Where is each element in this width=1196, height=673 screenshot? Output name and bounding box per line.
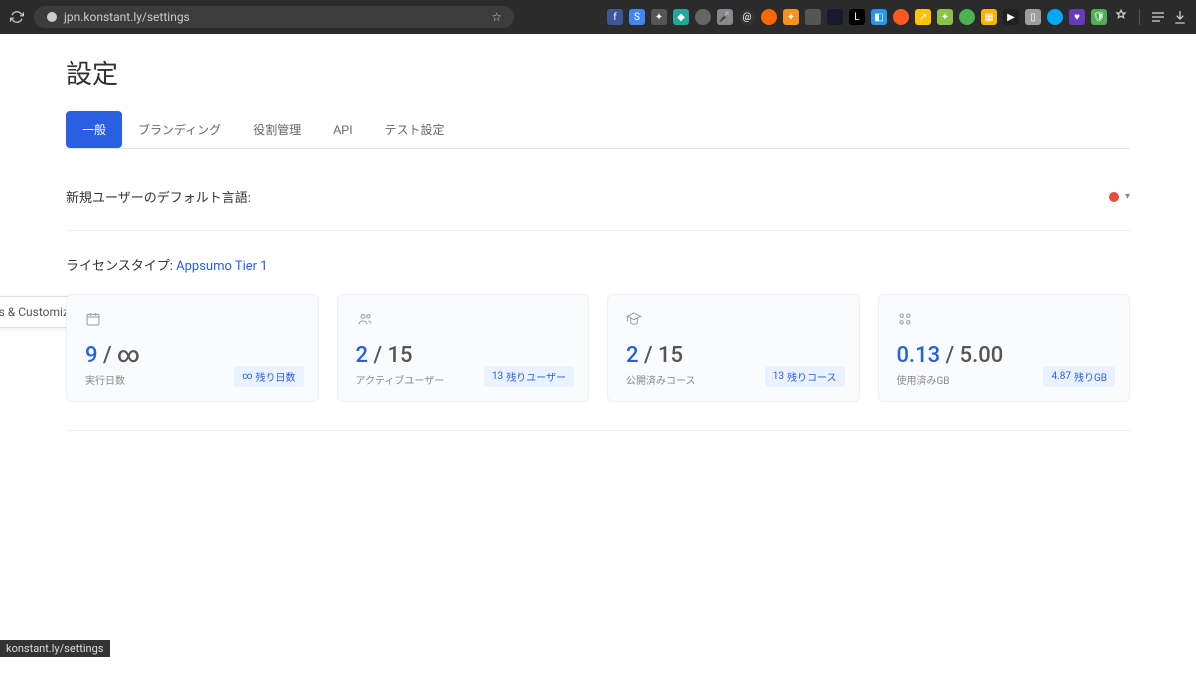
extension-icons: f S ✦ ◆ 🎤 @ ✦ L ◧ ↗ ✦ ▦ ▶ ▯ ♥ 🛡 <box>607 9 1188 25</box>
card-courses-badge: 13 残りコース <box>765 366 845 387</box>
language-flag-icon <box>1109 192 1119 202</box>
status-bar: konstant.ly/settings <box>0 640 110 657</box>
calendar-icon <box>85 311 300 329</box>
page-title: 設定 <box>66 54 1130 91</box>
card-storage-badge: 4.87 残りGB <box>1043 366 1115 387</box>
ext-icon-22[interactable]: ♥ <box>1069 9 1085 25</box>
url-text: jpn.konstant.ly/settings <box>64 10 485 24</box>
license-label: ライセンスタイプ: <box>66 259 176 274</box>
card-users-badge: 13 残りユーザー <box>484 366 574 387</box>
card-days-value: 9 / ∞ <box>85 343 300 368</box>
ext-icon-7[interactable]: @ <box>739 9 755 25</box>
reading-list-icon[interactable] <box>1150 9 1166 25</box>
url-bar[interactable]: jpn.konstant.ly/settings ☆ <box>34 6 514 28</box>
card-storage: 0.13 / 5.00 使用済みGB 4.87 残りGB <box>878 294 1131 402</box>
extensions-menu-icon[interactable] <box>1113 9 1129 25</box>
course-icon <box>626 311 841 329</box>
ext-icon-5[interactable] <box>695 9 711 25</box>
tab-general[interactable]: 一般 <box>66 111 122 148</box>
tab-api[interactable]: API <box>317 111 368 148</box>
tab-test[interactable]: テスト設定 <box>369 111 461 148</box>
default-language-label: 新規ユーザーのデフォルト言語: <box>66 187 251 206</box>
stats-cards: 9 / ∞ 実行日数 ∞ 残り日数 2 / 15 アクティブユーザー 13 残り… <box>66 294 1130 402</box>
ext-icon-3[interactable]: ✦ <box>651 9 667 25</box>
card-courses: 2 / 15 公開済みコース 13 残りコース <box>607 294 860 402</box>
default-language-row: 新規ユーザーのデフォルト言語: ▾ <box>66 179 1130 231</box>
card-storage-value: 0.13 / 5.00 <box>897 343 1112 368</box>
separator <box>1139 9 1140 25</box>
card-users: 2 / 15 アクティブユーザー 13 残りユーザー <box>337 294 590 402</box>
tab-roles[interactable]: 役割管理 <box>237 111 317 148</box>
ext-icon-4[interactable]: ◆ <box>673 9 689 25</box>
card-users-value: 2 / 15 <box>356 343 571 368</box>
license-link[interactable]: Appsumo Tier 1 <box>176 259 268 274</box>
ext-icon-11[interactable] <box>827 9 843 25</box>
ext-icon-8[interactable] <box>761 9 777 25</box>
ext-icon-16[interactable]: ✦ <box>937 9 953 25</box>
card-days-badge: ∞ 残り日数 <box>234 366 303 387</box>
ext-icon-15[interactable]: ↗ <box>915 9 931 25</box>
divider <box>66 430 1130 431</box>
ext-icon-9[interactable]: ✦ <box>783 9 799 25</box>
ext-icon-23[interactable]: 🛡 <box>1091 9 1107 25</box>
ext-icon-14[interactable] <box>893 9 909 25</box>
settings-tabs: 一般 ブランディング 役割管理 API テスト設定 <box>66 111 1130 149</box>
ext-icon-19[interactable]: ▶ <box>1003 9 1019 25</box>
ext-icon-13[interactable]: ◧ <box>871 9 887 25</box>
browser-toolbar: jpn.konstant.ly/settings ☆ f S ✦ ◆ 🎤 @ ✦… <box>0 0 1196 34</box>
page-content: 設定 一般 ブランディング 役割管理 API テスト設定 新規ユーザーのデフォル… <box>0 34 1196 451</box>
bookmark-star-icon[interactable]: ☆ <box>491 10 502 24</box>
users-icon <box>356 311 571 329</box>
reload-button[interactable] <box>8 8 26 26</box>
chevron-down-icon: ▾ <box>1125 191 1130 202</box>
ext-icon-18[interactable]: ▦ <box>981 9 997 25</box>
ext-icon-2[interactable]: S <box>629 9 645 25</box>
language-selector[interactable]: ▾ <box>1109 191 1130 202</box>
card-courses-value: 2 / 15 <box>626 343 841 368</box>
ext-icon-1[interactable]: f <box>607 9 623 25</box>
storage-icon <box>897 311 1112 329</box>
card-days: 9 / ∞ 実行日数 ∞ 残り日数 <box>66 294 319 402</box>
license-row: ライセンスタイプ: Appsumo Tier 1 <box>66 255 1130 274</box>
ext-icon-20[interactable]: ▯ <box>1025 9 1041 25</box>
ext-icon-12[interactable]: L <box>849 9 865 25</box>
ext-icon-6[interactable]: 🎤 <box>717 9 733 25</box>
site-info-icon <box>46 11 58 23</box>
ext-icon-10[interactable] <box>805 9 821 25</box>
ext-icon-17[interactable] <box>959 9 975 25</box>
ext-icon-21[interactable] <box>1047 9 1063 25</box>
downloads-icon[interactable] <box>1172 9 1188 25</box>
tab-branding[interactable]: ブランディング <box>122 111 237 148</box>
